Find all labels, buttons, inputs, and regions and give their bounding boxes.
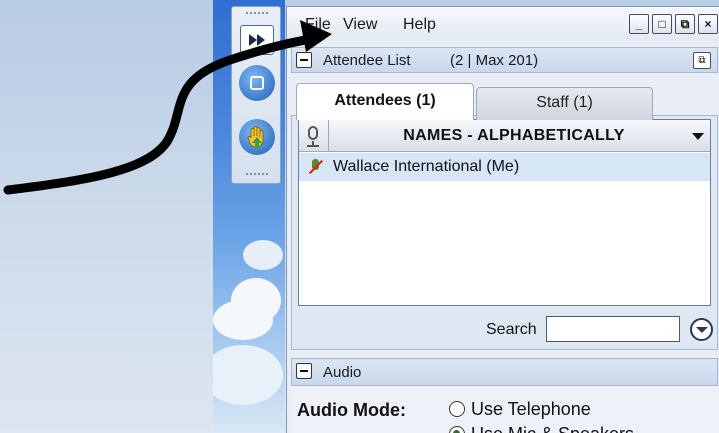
- window-toggle-button[interactable]: [239, 65, 275, 101]
- window-controls: _ □ ⧉ ×: [629, 14, 718, 34]
- vertical-toolbar: [231, 6, 281, 184]
- fast-forward-icon: [249, 34, 265, 46]
- use-mic-speakers-label[interactable]: Use Mic & Speakers: [471, 424, 634, 433]
- audio-title: Audio: [323, 364, 362, 381]
- list-item[interactable]: Wallace International (Me): [299, 153, 710, 181]
- microphone-base: [307, 145, 319, 147]
- search-input[interactable]: [546, 316, 680, 342]
- toolbar-grip[interactable]: [246, 12, 268, 16]
- desktop-background: [0, 0, 213, 433]
- audio-header: Audio: [291, 358, 718, 386]
- names-column-header[interactable]: NAMES - ALPHABETICALLY: [329, 127, 699, 145]
- menu-view[interactable]: View: [343, 16, 377, 34]
- muted-microphone-icon[interactable]: [307, 159, 324, 175]
- tab-attendees[interactable]: Attendees (1): [296, 83, 474, 120]
- tab-staff[interactable]: Staff (1): [476, 87, 653, 120]
- restore-icon[interactable]: ⧉: [675, 14, 695, 34]
- close-icon[interactable]: ×: [698, 14, 718, 34]
- use-telephone-radio[interactable]: [449, 401, 465, 417]
- menu-file[interactable]: File: [305, 16, 331, 34]
- maximize-icon[interactable]: □: [652, 14, 672, 34]
- attendee-list-title: Attendee List: [323, 52, 411, 69]
- cloud: [213, 345, 283, 405]
- raise-hand-icon: [247, 126, 264, 148]
- square-icon: [250, 76, 264, 90]
- sort-dropdown-icon[interactable]: [692, 133, 704, 140]
- collapse-audio-button[interactable]: [296, 363, 312, 379]
- search-dropdown-icon[interactable]: [690, 318, 713, 341]
- audio-mode-label: Audio Mode:: [297, 400, 406, 420]
- cloud: [243, 240, 283, 270]
- popout-attendee-button[interactable]: ⧉: [693, 52, 711, 69]
- audio-panel: Audio Mode: Use Telephone Use Mic & Spea…: [291, 386, 718, 433]
- mic-column-header[interactable]: [299, 120, 329, 152]
- attendee-list-header: Attendee List (2 | Max 201) ⧉: [291, 47, 718, 73]
- toolbar-grip[interactable]: [246, 173, 268, 177]
- attendee-list[interactable]: NAMES - ALPHABETICALLY Wallace Internati…: [298, 119, 711, 306]
- menu-help[interactable]: Help: [403, 16, 436, 34]
- control-panel-window: File View Help _ □ ⧉ × Attendee List (2 …: [286, 6, 719, 433]
- attendee-list-panel: NAMES - ALPHABETICALLY Wallace Internati…: [291, 115, 718, 350]
- menu-bar: File View Help _ □ ⧉ ×: [287, 7, 719, 41]
- use-mic-speakers-radio[interactable]: [449, 426, 465, 433]
- attendee-name: Wallace International (Me): [333, 158, 520, 175]
- use-telephone-label[interactable]: Use Telephone: [471, 399, 591, 420]
- search-label: Search: [486, 321, 537, 338]
- minimize-icon[interactable]: _: [629, 14, 649, 34]
- list-header: NAMES - ALPHABETICALLY: [299, 120, 710, 152]
- collapse-attendee-button[interactable]: [296, 52, 312, 68]
- fast-forward-button[interactable]: [240, 25, 274, 55]
- cloud: [231, 278, 281, 323]
- raise-hand-button[interactable]: [239, 119, 275, 155]
- microphone-icon: [308, 126, 318, 140]
- attendee-count: (2 | Max 201): [450, 52, 539, 69]
